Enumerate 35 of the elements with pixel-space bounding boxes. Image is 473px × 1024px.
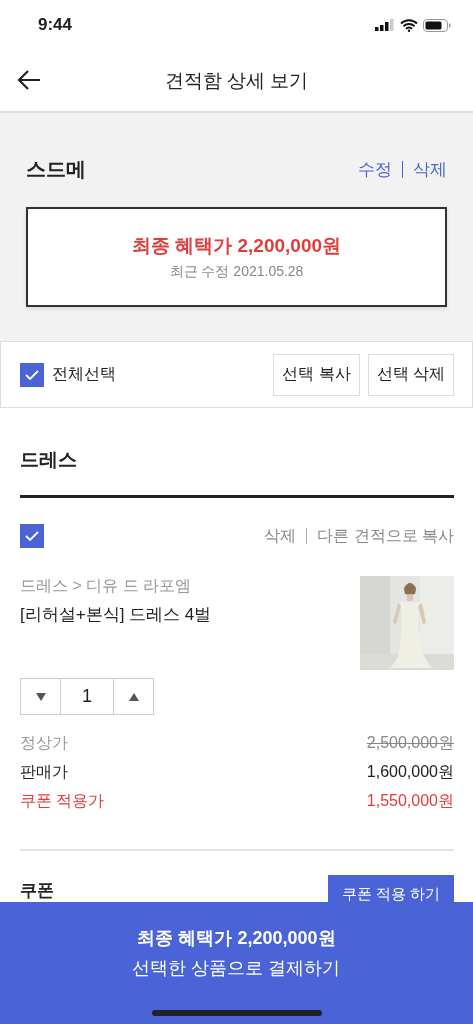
action-link[interactable]: 삭제	[413, 157, 447, 181]
price-label: 정상가	[20, 733, 68, 753]
section-title: 드레스	[20, 408, 454, 498]
apply-coupon-button[interactable]: 쿠폰 적용 하기	[328, 875, 454, 902]
price-label: 판매가	[20, 762, 68, 782]
checkmark-icon	[25, 369, 39, 380]
action-link[interactable]: 수정	[358, 157, 392, 181]
quote-name: 스드메	[26, 156, 86, 182]
price-value: 1,550,000원	[366, 791, 454, 811]
up-triangle-icon	[128, 692, 139, 701]
coupon-label: 쿠폰	[20, 881, 54, 901]
page-title: 견적함 상세 보기	[164, 68, 309, 93]
checkmark-icon	[25, 531, 39, 541]
checkout-total: 최종 혜택가 2,200,000원	[137, 927, 336, 950]
select-all-label: 전체선택	[52, 364, 117, 384]
price-value: 1,600,000원	[366, 762, 454, 782]
checkbox[interactable]	[20, 524, 44, 548]
back-icon[interactable]	[16, 69, 42, 91]
total-price: 최종 혜택가 2,200,000원	[131, 234, 342, 258]
status-time: 9:44	[38, 15, 73, 35]
product-category: 드레스 > 디유 드 라포엠	[20, 576, 193, 596]
price-label: 쿠폰 적용가	[20, 791, 105, 811]
updated-date: 최근 수정 2021.05.28	[169, 263, 304, 281]
checkbox[interactable]	[20, 362, 44, 387]
down-triangle-icon	[35, 692, 46, 701]
battery-icon	[423, 18, 451, 32]
item-action-link[interactable]: 삭제	[264, 525, 297, 547]
price-value: 2,500,000원	[366, 733, 454, 753]
signal-icon	[375, 19, 395, 31]
product-name: [리허설+본식] 드레스 4벌	[20, 604, 212, 626]
checkout-button[interactable]: 선택한 상품으로 결제하기	[132, 956, 341, 980]
wifi-icon	[400, 18, 418, 32]
item-action-link[interactable]: 다른 견적으로 복사	[317, 525, 454, 547]
select-action-button[interactable]: 선택 복사	[273, 353, 360, 396]
select-action-button[interactable]: 선택 삭제	[367, 353, 454, 396]
